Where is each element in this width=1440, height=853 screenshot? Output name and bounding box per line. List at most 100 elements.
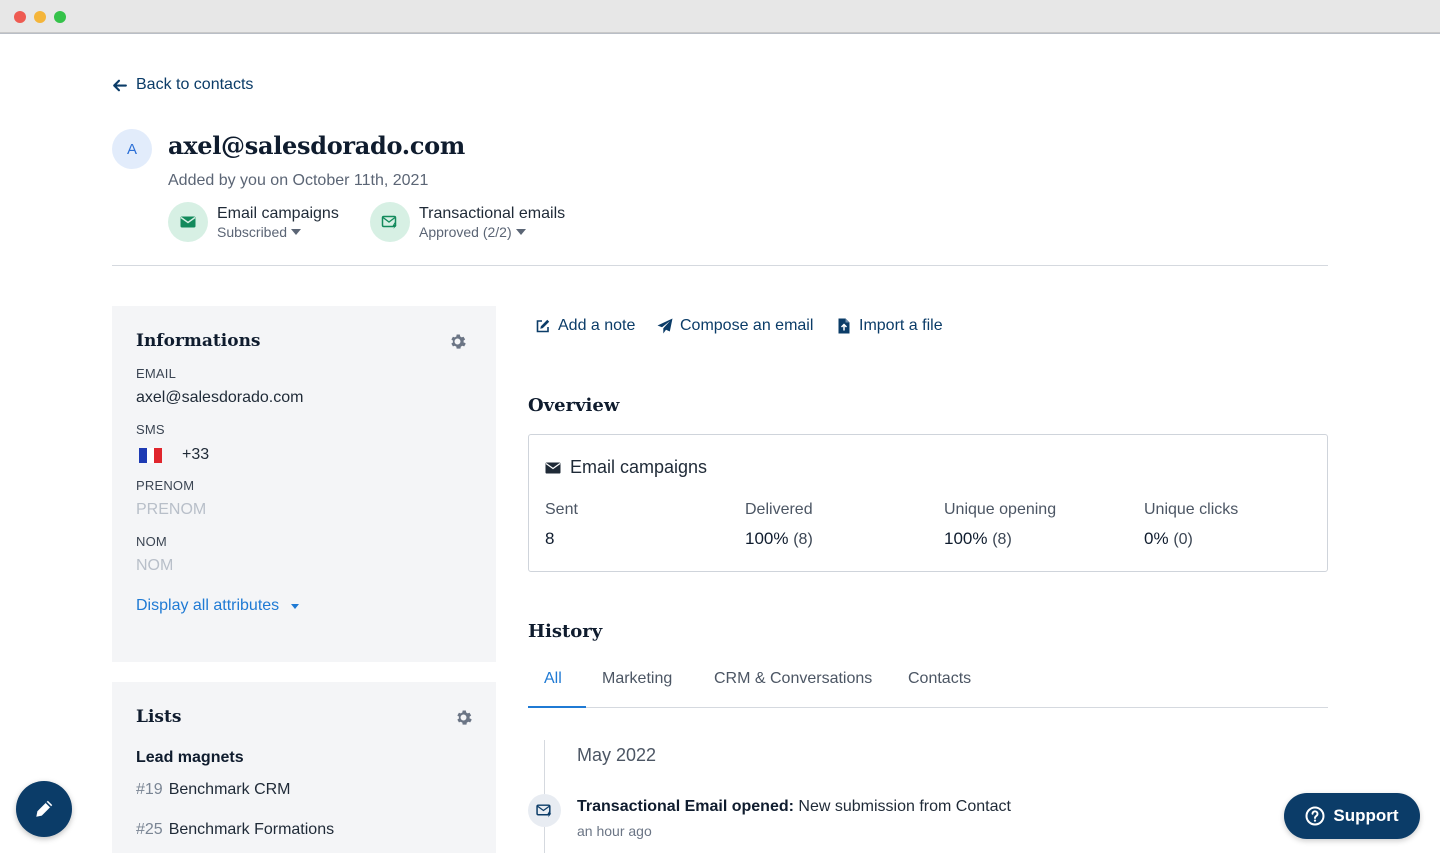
history-tabs: All Marketing CRM & Conversations Contac…	[528, 662, 1328, 708]
history-event[interactable]: Transactional Email opened: New submissi…	[577, 798, 1011, 816]
france-flag-icon	[139, 447, 163, 463]
card-header: Email campaigns	[545, 457, 707, 478]
support-button[interactable]: Support	[1284, 793, 1420, 839]
stat-value-row: 100% (8)	[944, 529, 1056, 549]
stat-label: Sent	[545, 501, 578, 518]
tab-all[interactable]: All	[544, 670, 562, 688]
gear-icon[interactable]	[449, 333, 466, 350]
stat-unique-opening: Unique opening 100% (8)	[944, 501, 1056, 549]
subscription-label: Email campaigns	[217, 205, 339, 222]
stat-count: (8)	[992, 531, 1012, 548]
back-link-label: Back to contacts	[136, 76, 254, 93]
timeline-month: May 2022	[577, 745, 657, 765]
subscription-label: Transactional emails	[419, 205, 566, 222]
close-window-button[interactable]	[14, 11, 26, 23]
compose-email-button[interactable]: Compose an email	[657, 315, 813, 337]
edit-fab-button[interactable]	[16, 781, 72, 837]
edit-icon	[536, 319, 550, 333]
sms-attr-value: +33	[182, 446, 210, 463]
gear-icon[interactable]	[455, 709, 472, 726]
card-title: Email campaigns	[570, 457, 708, 477]
caret-down-icon	[291, 603, 300, 609]
stat-value: 8	[545, 529, 555, 548]
stat-unique-clicks: Unique clicks 0% (0)	[1144, 501, 1238, 549]
email-attr-label: EMAIL	[136, 366, 177, 381]
support-label: Support	[1333, 806, 1399, 825]
minimize-window-button[interactable]	[34, 11, 46, 23]
history-title: History	[528, 621, 603, 642]
stat-value-row: 100% (8)	[745, 529, 813, 549]
stat-value: 100%	[745, 529, 789, 548]
list-item[interactable]: #25 Benchmark Formations	[136, 821, 334, 839]
import-file-label: Import a file	[859, 317, 943, 334]
prenom-attr-label: PRENOM	[136, 478, 195, 493]
nom-attr-field[interactable]: NOM	[136, 557, 173, 575]
display-all-attributes-link[interactable]: Display all attributes	[136, 597, 300, 615]
transactional-emails-subscription: Transactional emails Approved (2/2)	[370, 201, 565, 243]
list-item[interactable]: #19 Benchmark CRM	[136, 781, 291, 799]
question-circle-icon	[1305, 806, 1325, 826]
list-group-title: Lead magnets	[136, 749, 244, 766]
lists-title: Lists	[136, 707, 182, 727]
stat-label: Unique opening	[944, 501, 1057, 518]
add-note-button[interactable]: Add a note	[535, 315, 635, 337]
pen-icon	[36, 800, 53, 817]
stat-value: 0%	[1144, 529, 1169, 548]
back-to-contacts-link[interactable]: Back to contacts	[111, 74, 253, 96]
stat-count: (0)	[1173, 531, 1193, 548]
file-upload-icon	[838, 318, 850, 334]
header-divider	[112, 265, 1328, 266]
avatar: A	[112, 129, 152, 169]
prenom-attr-field[interactable]: PRENOM	[136, 501, 206, 519]
display-all-label: Display all attributes	[136, 597, 280, 614]
subscription-status: Approved (2/2)	[419, 224, 512, 240]
informations-title: Informations	[136, 331, 261, 351]
arrow-left-icon	[113, 79, 127, 91]
tab-crm-conversations[interactable]: CRM & Conversations	[714, 670, 872, 688]
stat-value-row: 8	[545, 529, 578, 549]
add-note-label: Add a note	[558, 317, 636, 334]
overview-title: Overview	[528, 395, 620, 416]
envelope-bolt-icon	[370, 202, 410, 242]
envelope-icon	[545, 462, 561, 473]
stat-value: 100%	[944, 529, 988, 548]
sms-attr-field[interactable]: +33	[139, 446, 209, 464]
envelope-icon	[168, 202, 208, 242]
caret-down-icon	[291, 229, 302, 235]
paper-plane-icon	[657, 318, 673, 334]
lists-panel: Lists Lead magnets #19 Benchmark CRM #25 B…	[112, 682, 496, 853]
stat-sent: Sent 8	[545, 501, 578, 549]
event-type: Transactional Email opened:	[577, 798, 794, 815]
stat-delivered: Delivered 100% (8)	[745, 501, 813, 549]
event-time: an hour ago	[577, 823, 652, 839]
sms-attr-label: SMS	[136, 422, 165, 437]
added-info: Added by you on October 11th, 2021	[168, 172, 429, 189]
transactional-emails-status-dropdown[interactable]: Approved (2/2)	[419, 224, 565, 240]
tab-contacts[interactable]: Contacts	[908, 670, 971, 688]
compose-email-label: Compose an email	[680, 317, 814, 334]
informations-panel: Informations EMAIL axel@salesdorado.com …	[112, 306, 496, 662]
active-tab-indicator	[528, 706, 586, 708]
email-campaigns-overview-card: Email campaigns Sent 8 Delivered 100% (8…	[528, 434, 1328, 572]
stat-value-row: 0% (0)	[1144, 529, 1238, 549]
list-item-name: Benchmark Formations	[168, 821, 335, 838]
event-description: New submission from Contact	[798, 798, 1011, 815]
stat-label: Delivered	[745, 501, 813, 518]
email-campaigns-subscription: Email campaigns Subscribed	[168, 201, 339, 243]
maximize-window-button[interactable]	[54, 11, 66, 23]
list-item-name: Benchmark CRM	[168, 781, 291, 798]
page-title: axel@salesdorado.com	[168, 131, 465, 160]
tab-marketing[interactable]: Marketing	[602, 670, 672, 688]
email-campaigns-status-dropdown[interactable]: Subscribed	[217, 224, 339, 240]
stat-label: Unique clicks	[1144, 501, 1239, 518]
caret-down-icon	[515, 229, 526, 235]
import-file-button[interactable]: Import a file	[836, 315, 943, 337]
email-attr-value[interactable]: axel@salesdorado.com	[136, 389, 303, 407]
list-item-number: #19	[136, 781, 163, 798]
envelope-opened-icon	[528, 794, 561, 827]
window-titlebar	[0, 0, 1440, 33]
stat-count: (8)	[793, 531, 813, 548]
subscription-status: Subscribed	[217, 224, 288, 240]
nom-attr-label: NOM	[136, 534, 167, 549]
list-item-number: #25	[136, 821, 163, 838]
